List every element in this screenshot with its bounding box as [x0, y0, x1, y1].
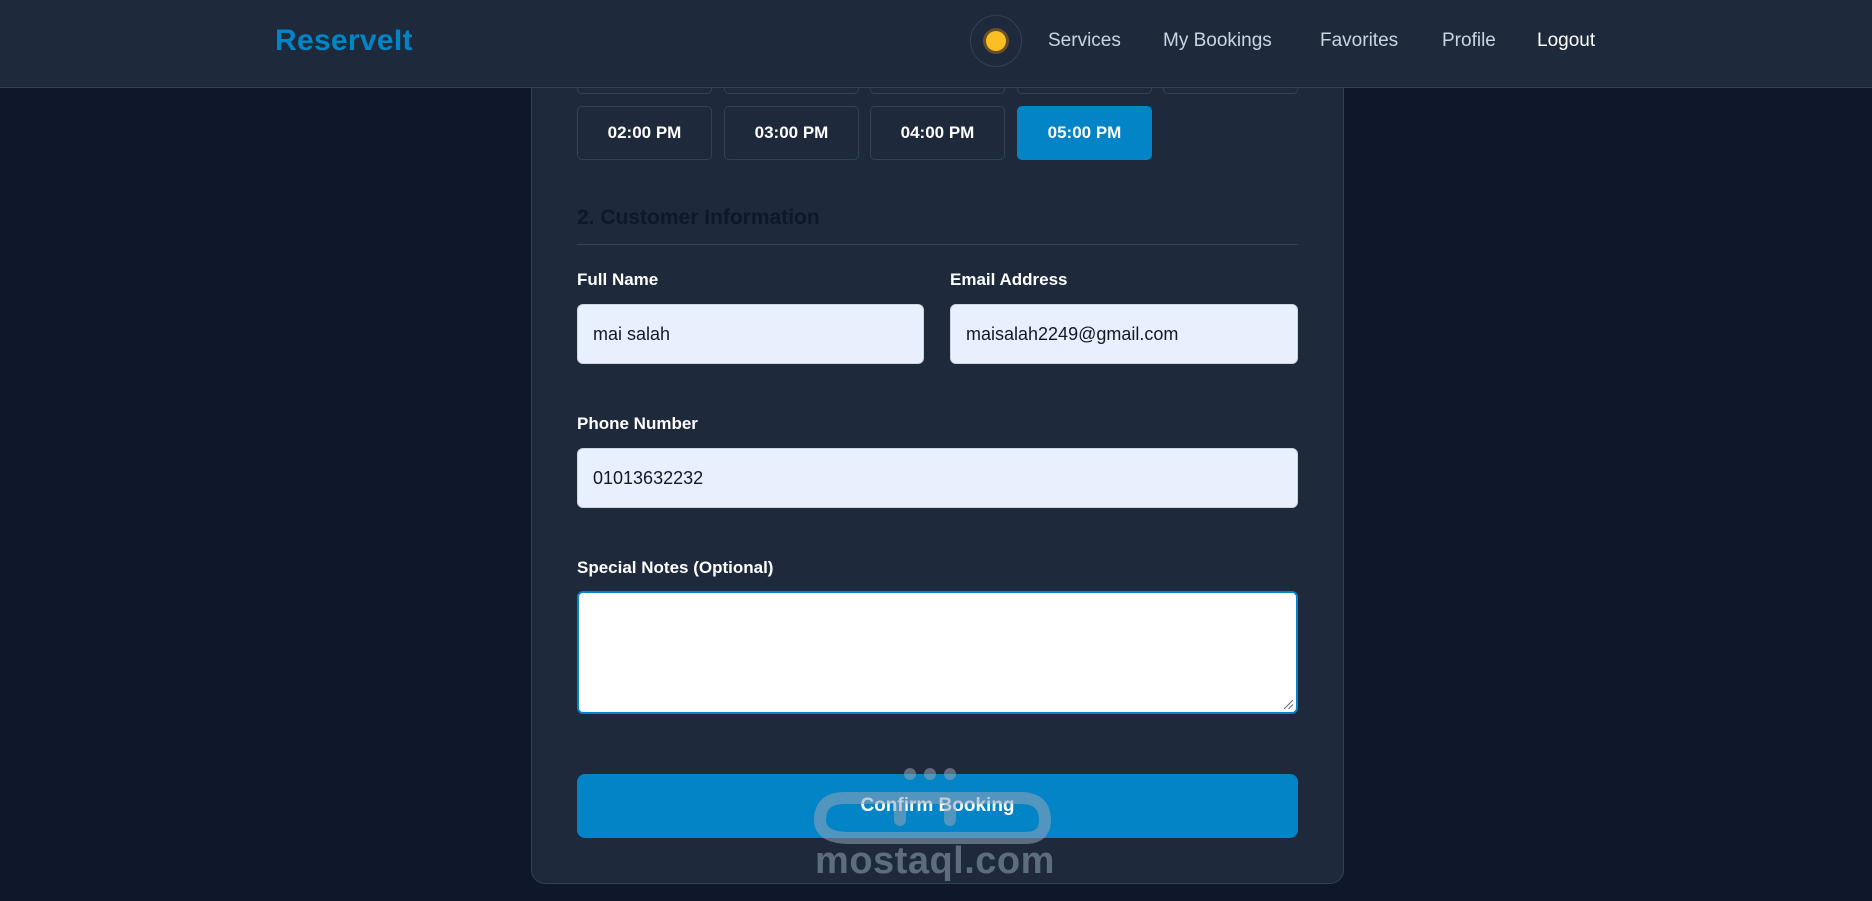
special-notes-textarea[interactable]	[577, 591, 1298, 714]
phone-number-label: Phone Number	[577, 414, 698, 433]
resize-grip-icon[interactable]	[1284, 700, 1293, 709]
nav-link-profile[interactable]: Profile	[1442, 30, 1496, 52]
phone-number-input[interactable]: 01013632232	[577, 448, 1298, 508]
time-slot-0300pm[interactable]: 03:00 PM	[724, 106, 859, 160]
time-slot-0400pm[interactable]: 04:00 PM	[870, 106, 1005, 160]
special-notes-label: Special Notes (Optional)	[577, 558, 774, 577]
nav-link-favorites[interactable]: Favorites	[1320, 30, 1398, 52]
page: 02:00 PM 03:00 PM 04:00 PM 05:00 PM 2. C…	[0, 0, 1872, 901]
section-title-customer-information: 2. Customer Information	[577, 206, 820, 229]
email-address-label: Email Address	[950, 270, 1068, 289]
confirm-booking-button[interactable]: Confirm Booking	[577, 774, 1298, 838]
top-navbar: ReserveIt Services My Bookings Favorites…	[0, 0, 1872, 88]
logo[interactable]: ReserveIt	[275, 24, 413, 58]
sun-icon	[986, 31, 1006, 51]
nav-link-logout[interactable]: Logout	[1537, 30, 1595, 52]
full-name-input[interactable]: mai salah	[577, 304, 924, 364]
section-divider	[577, 244, 1298, 245]
time-slot-0200pm[interactable]: 02:00 PM	[577, 106, 712, 160]
nav-link-services[interactable]: Services	[1048, 30, 1121, 52]
theme-toggle-button[interactable]	[970, 15, 1022, 67]
nav-link-my-bookings[interactable]: My Bookings	[1163, 30, 1272, 52]
full-name-label: Full Name	[577, 270, 659, 289]
email-address-input[interactable]: maisalah2249@gmail.com	[950, 304, 1298, 364]
time-slot-0500pm-selected[interactable]: 05:00 PM	[1017, 106, 1152, 160]
